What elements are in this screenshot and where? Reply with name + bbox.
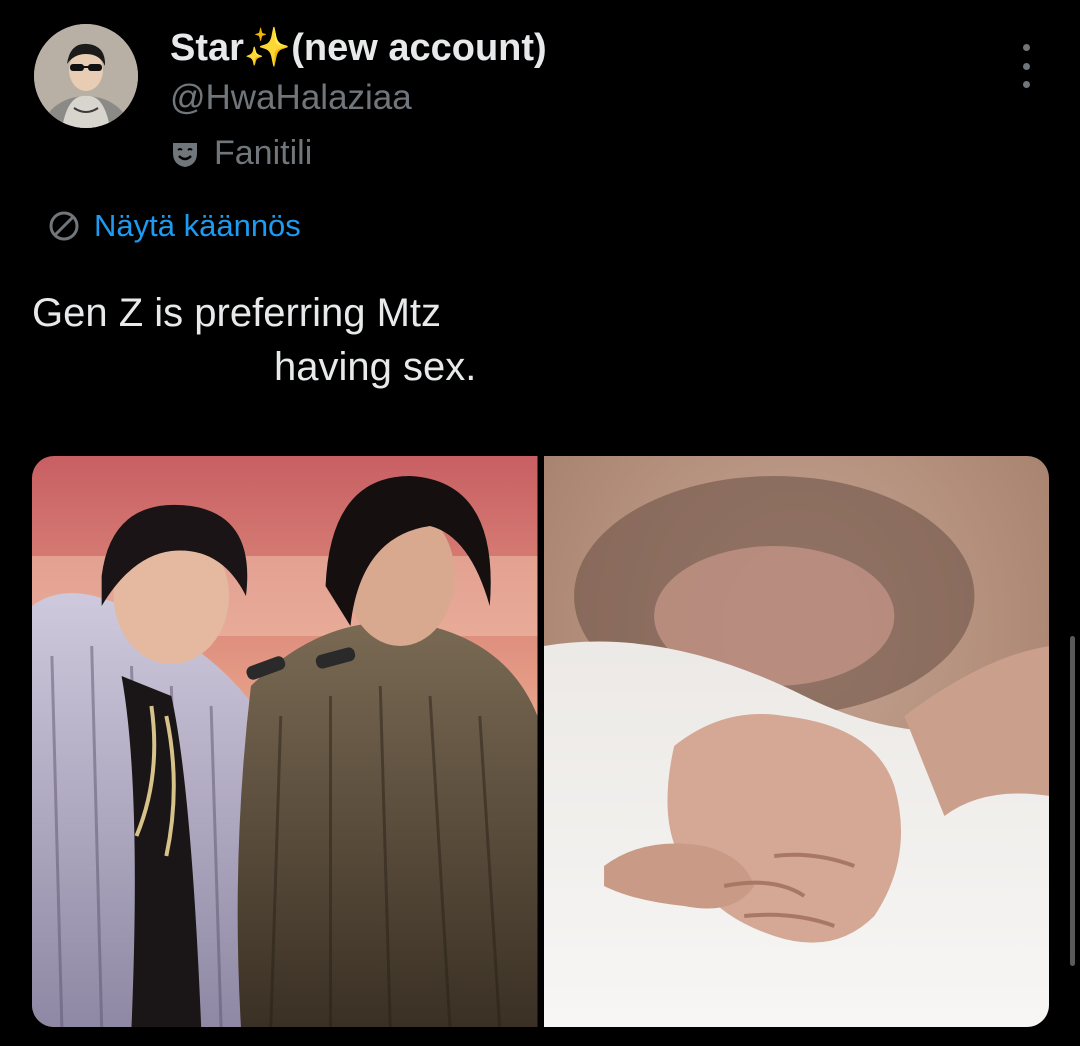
display-name[interactable]: Star✨(new account) (170, 26, 547, 70)
holding-hands-photo (543, 456, 1049, 1027)
avatar[interactable] (34, 24, 138, 128)
user-handle[interactable]: @HwaHalaziaa (170, 78, 412, 118)
more-options-button[interactable] (1008, 44, 1044, 88)
more-dot-icon (1022, 81, 1030, 88)
tweet-text-line: Gen Z is preferring Mtz (32, 291, 442, 335)
account-label-text: Fanitili (214, 134, 313, 172)
profile-photo (34, 24, 138, 128)
concert-photo (32, 456, 538, 1027)
media-photo[interactable] (543, 456, 1049, 1027)
show-translation-label: Näytä käännös (94, 208, 301, 243)
tweet-text: Gen Z is preferring Mtz having sex. (32, 286, 632, 394)
show-translation-link[interactable]: Näytä käännös (46, 208, 301, 244)
more-dot-icon (1022, 44, 1030, 51)
account-label: Fanitili (170, 134, 312, 173)
more-dot-icon (1022, 62, 1030, 70)
media-photo[interactable] (32, 456, 538, 1027)
tweet-text-line: having sex. (274, 345, 477, 389)
theater-mask-icon (170, 139, 200, 169)
media-grid (32, 456, 1049, 1027)
globe-icon (46, 208, 82, 244)
scrollbar[interactable] (1070, 636, 1075, 966)
